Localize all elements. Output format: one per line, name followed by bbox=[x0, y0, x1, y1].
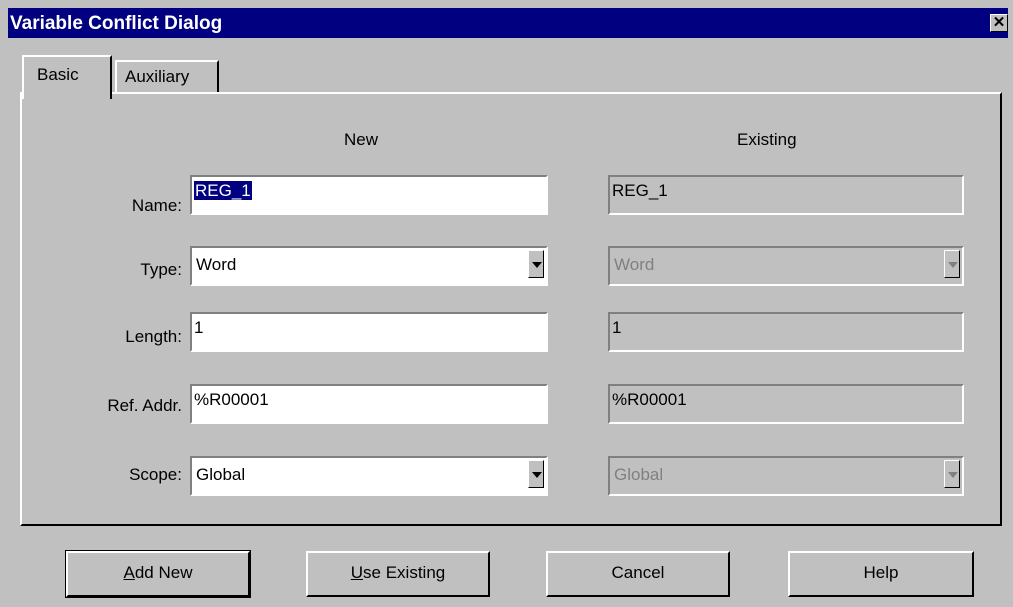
name-label: Name: bbox=[131, 196, 182, 215]
use-existing-mnemonic: U bbox=[350, 563, 364, 582]
new-scope-value: Global bbox=[196, 465, 246, 484]
type-label: Type: bbox=[140, 260, 182, 279]
existing-ref-addr-field: %R00001 bbox=[608, 384, 964, 424]
title-bar[interactable]: Variable Conflict Dialog ✕ bbox=[8, 8, 1008, 38]
close-icon[interactable]: ✕ bbox=[990, 14, 1008, 32]
tab-basic-label: Basic bbox=[37, 65, 79, 84]
tab-basic[interactable]: Basic bbox=[22, 55, 112, 99]
existing-ref-addr-value: %R00001 bbox=[612, 390, 687, 409]
column-header-new: New bbox=[344, 130, 379, 149]
tab-auxiliary[interactable]: Auxiliary bbox=[115, 60, 219, 94]
use-existing-button[interactable]: Use Existing bbox=[306, 551, 490, 597]
new-name-input[interactable]: REG_1 bbox=[190, 175, 548, 215]
existing-scope-value: Global bbox=[614, 465, 664, 484]
existing-length-field: 1 bbox=[608, 312, 964, 352]
new-length-input[interactable]: 1 bbox=[190, 312, 548, 352]
length-label: Length: bbox=[125, 327, 182, 346]
ref-addr-label: Ref. Addr. bbox=[107, 396, 182, 415]
tab-auxiliary-label: Auxiliary bbox=[125, 67, 190, 86]
chevron-down-icon bbox=[944, 250, 960, 278]
existing-scope-dropdown: Global bbox=[608, 456, 964, 496]
new-length-value: 1 bbox=[194, 318, 204, 337]
variable-conflict-dialog: Variable Conflict Dialog ✕ Basic Auxilia… bbox=[0, 0, 1013, 607]
existing-name-field: REG_1 bbox=[608, 175, 964, 215]
window-title: Variable Conflict Dialog bbox=[10, 13, 223, 34]
add-new-button[interactable]: Add New bbox=[65, 550, 251, 598]
existing-name-value: REG_1 bbox=[612, 181, 668, 200]
new-ref-addr-value: %R00001 bbox=[194, 390, 269, 409]
new-ref-addr-input[interactable]: %R00001 bbox=[190, 384, 548, 424]
chevron-down-icon[interactable] bbox=[528, 460, 544, 488]
chevron-down-icon bbox=[944, 460, 960, 488]
scope-label: Scope: bbox=[129, 465, 182, 484]
new-name-value: REG_1 bbox=[194, 181, 252, 200]
new-type-value: Word bbox=[196, 255, 237, 274]
existing-type-value: Word bbox=[614, 255, 655, 274]
new-type-dropdown[interactable]: Word bbox=[190, 246, 548, 286]
cancel-button[interactable]: Cancel bbox=[546, 551, 730, 597]
new-scope-dropdown[interactable]: Global bbox=[190, 456, 548, 496]
column-header-existing: Existing bbox=[737, 130, 797, 149]
chevron-down-icon[interactable] bbox=[528, 250, 544, 278]
existing-type-dropdown: Word bbox=[608, 246, 964, 286]
add-new-label: dd New bbox=[134, 563, 193, 582]
add-new-mnemonic: A bbox=[123, 563, 135, 582]
basic-tab-panel: New Existing Name: REG_1 REG_1 Type: Wor… bbox=[20, 92, 1002, 526]
help-button[interactable]: Help bbox=[788, 551, 974, 597]
existing-length-value: 1 bbox=[612, 318, 622, 337]
use-existing-label: se Existing bbox=[363, 563, 446, 582]
